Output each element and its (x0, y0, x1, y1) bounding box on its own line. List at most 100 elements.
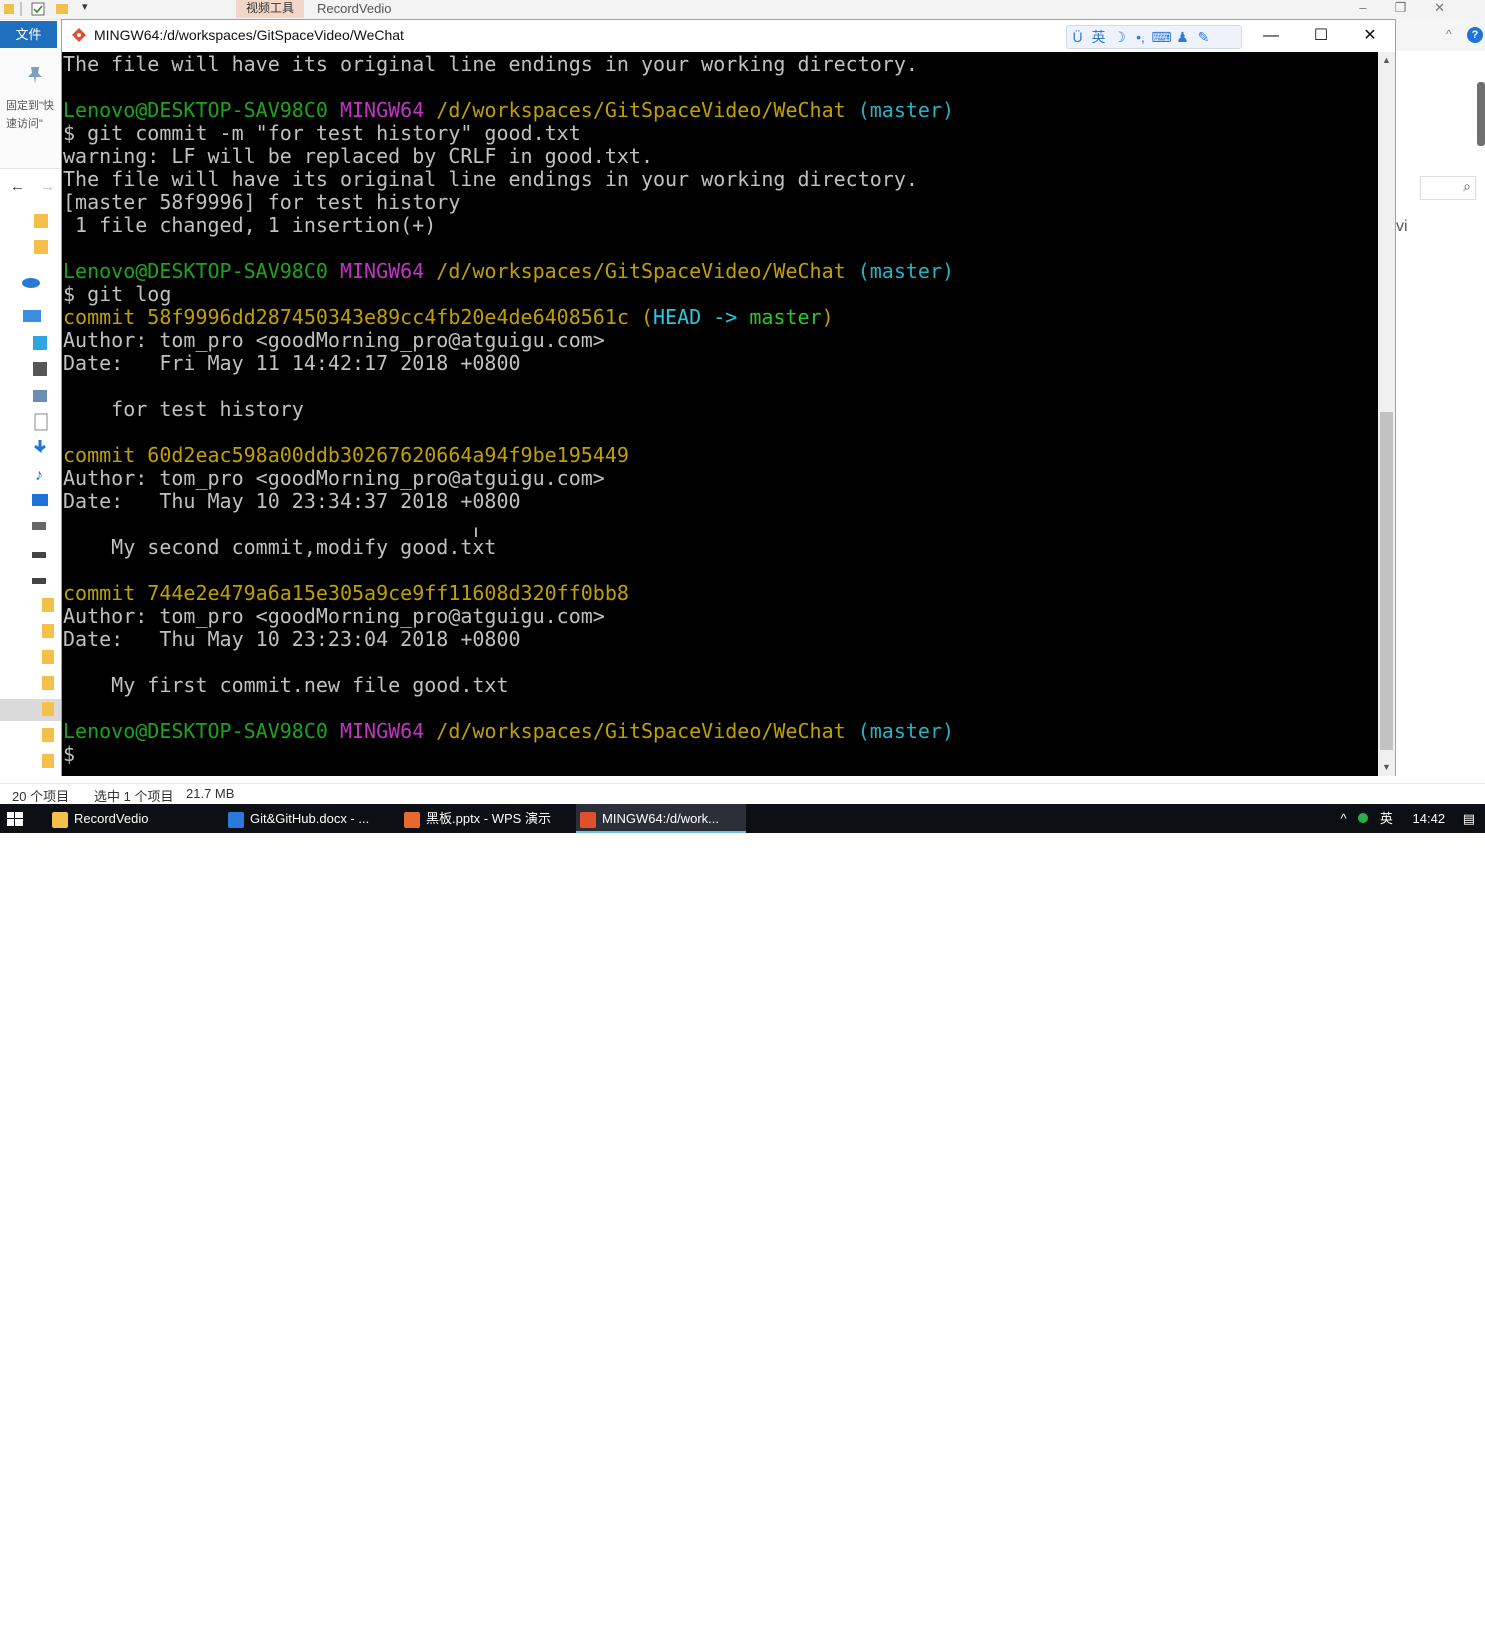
svg-text:♪: ♪ (35, 467, 43, 484)
ime-logo-icon[interactable]: Ü (1067, 26, 1088, 48)
qa-dropdown-icon[interactable]: ▾ (82, 0, 88, 13)
terminal-segment: commit 744e2e479a6a15e305a9ce9ff11608d32… (63, 581, 629, 605)
terminal-line: Lenovo@DESKTOP-SAV98C0 MINGW64 /d/worksp… (63, 720, 954, 743)
explorer-status-bar: 20 个项目 选中 1 个项目 21.7 MB (0, 783, 1485, 805)
terminal-segment: commit 58f9996dd287450343e89cc4fb20e4de6… (63, 305, 641, 329)
explorer-scrollbar-thumb[interactable] (1477, 82, 1485, 146)
terminal-segment: [master 58f9996] for test history (63, 190, 461, 214)
system-tray: ^ 英 14:42 ▤ (1341, 804, 1475, 833)
terminal-segment: /d/workspaces/GitSpaceVideo/WeChat (436, 98, 858, 122)
close-button[interactable]: ✕ (1347, 20, 1393, 52)
nav-pane-icons[interactable]: ♪ (0, 204, 62, 784)
terminal-line: Lenovo@DESKTOP-SAV98C0 MINGW64 /d/worksp… (63, 99, 954, 122)
terminal-segment: $ git log (63, 282, 172, 306)
ime-lang-toggle[interactable]: 英 (1088, 26, 1109, 48)
terminal-segment: The file will have its original line end… (63, 52, 918, 76)
terminal-segment: (master) (857, 98, 955, 122)
taskbar-item[interactable]: MINGW64:/d/work... (576, 804, 746, 833)
tray-app-icon[interactable] (1358, 813, 1369, 823)
terminal-segment: commit 60d2eac598a00ddb30267620664a94f9b… (63, 443, 629, 467)
taskbar-item[interactable]: RecordVedio (48, 804, 222, 833)
clock[interactable]: 14:42 (1413, 811, 1446, 826)
selected-size: 21.7 MB (186, 786, 235, 801)
terminal-segment: Date: Thu May 10 23:34:37 2018 +0800 (63, 489, 521, 513)
terminal-segment: Author: tom_pro <goodMorning_pro@atguigu… (63, 466, 605, 490)
terminal-text: The file will have its original line end… (63, 53, 954, 766)
explorer-nav-buttons: ← → (0, 178, 62, 196)
tray-chevron-icon[interactable]: ^ (1341, 811, 1347, 826)
item-count: 20 个项目 (12, 789, 70, 804)
explorer-right-text: vi (1396, 218, 1408, 235)
terminal-line: The file will have its original line end… (63, 53, 954, 76)
ribbon-file-tab[interactable]: 文件 (0, 21, 57, 48)
terminal-line: for test history (63, 398, 954, 421)
keyboard-icon[interactable]: ⌨ (1151, 26, 1172, 48)
help-icon[interactable]: ? (1467, 27, 1483, 43)
terminal-output[interactable]: The file will have its original line end… (62, 52, 1378, 776)
pin-to-quick-access-label: 固定到"快 速访问" (6, 97, 62, 133)
terminal-titlebar[interactable]: MINGW64:/d/workspaces/GitSpaceVideo/WeCh… (62, 20, 1395, 52)
taskbar-item[interactable]: Git&GitHub.docx - ... (224, 804, 398, 833)
terminal-line: The file will have its original line end… (63, 168, 954, 191)
terminal-line: Author: tom_pro <goodMorning_pro@atguigu… (63, 605, 954, 628)
minimize-button[interactable]: — (1248, 20, 1294, 52)
ime-toolbar[interactable]: Ü 英 ☽ •, ⌨ ♟ ✎ (1066, 25, 1242, 49)
wrench-icon[interactable]: ✎ (1193, 26, 1214, 48)
ribbon-context-tab[interactable]: 视频工具 (236, 0, 304, 18)
explorer-search-input[interactable]: ⌕ (1420, 176, 1476, 200)
taskbar-item[interactable]: 黑板.pptx - WPS 演示 (400, 804, 574, 833)
terminal-line: My first commit.new file good.txt (63, 674, 954, 697)
terminal-scroll-thumb[interactable] (1380, 412, 1393, 750)
terminal-line: Author: tom_pro <goodMorning_pro@atguigu… (63, 467, 954, 490)
terminal-scrollbar[interactable]: ▲ ▼ (1378, 52, 1395, 776)
chevron-up-icon[interactable]: ^ (1446, 27, 1452, 41)
selected-count: 选中 1 个项目 (94, 789, 174, 804)
terminal-segment: $ git commit -m "for test history" good.… (63, 121, 581, 145)
search-icon: ⌕ (1463, 178, 1471, 194)
terminal-segment: Lenovo@DESKTOP-SAV98C0 (63, 259, 340, 283)
terminal-title: MINGW64:/d/workspaces/GitSpaceVideo/WeCh… (94, 27, 404, 43)
folder-icon (52, 811, 68, 828)
terminal-line: Date: Fri May 11 14:42:17 2018 +0800 (63, 352, 954, 375)
pin-icon[interactable] (24, 64, 46, 86)
terminal-segment: Lenovo@DESKTOP-SAV98C0 (63, 719, 340, 743)
taskbar-item-label: Git&GitHub.docx - ... (250, 811, 370, 826)
terminal-segment: 1 file changed, 1 insertion(+) (63, 213, 437, 237)
terminal-segment: (master) (857, 719, 955, 743)
explorer-window-controls[interactable]: –❐✕ (1359, 0, 1473, 16)
terminal-segment: Date: Fri May 11 14:42:17 2018 +0800 (63, 351, 521, 375)
user-icon[interactable]: ♟ (1172, 26, 1193, 48)
back-arrow-icon[interactable]: ← (10, 178, 25, 195)
terminal-segment: $ (63, 742, 76, 766)
terminal-line: $ git log (63, 283, 954, 306)
scroll-up-arrow[interactable]: ▲ (1378, 52, 1395, 69)
terminal-line: warning: LF will be replaced by CRLF in … (63, 145, 954, 168)
terminal-segment: HEAD -> (653, 305, 750, 329)
terminal-line: $ git commit -m "for test history" good.… (63, 122, 954, 145)
notification-icon[interactable]: ▤ (1463, 811, 1475, 826)
taskbar-item-label: 黑板.pptx - WPS 演示 (426, 811, 551, 826)
maximize-button[interactable]: ☐ (1298, 20, 1344, 52)
tray-ime-indicator[interactable]: 英 (1380, 811, 1393, 826)
terminal-segment: Date: Thu May 10 23:23:04 2018 +0800 (63, 627, 521, 651)
git-bash-icon (72, 28, 86, 42)
terminal-segment: My second commit,modify good.txt (63, 535, 497, 559)
terminal-line: commit 58f9996dd287450343e89cc4fb20e4de6… (63, 306, 954, 329)
forward-arrow-icon[interactable]: → (40, 178, 55, 195)
explorer-titlebar: ▾ 视频工具 RecordVedio –❐✕ (0, 0, 1485, 20)
punctuation-icon[interactable]: •, (1130, 26, 1151, 48)
taskbar-item-label: MINGW64:/d/work... (602, 811, 720, 826)
pin-text-line2: 速访问" (6, 118, 43, 130)
scroll-down-arrow[interactable]: ▼ (1378, 759, 1395, 776)
terminal-line: commit 744e2e479a6a15e305a9ce9ff11608d32… (63, 582, 954, 605)
explorer-title: RecordVedio (317, 1, 392, 16)
windows-start-icon[interactable] (7, 812, 23, 826)
terminal-segment: /d/workspaces/GitSpaceVideo/WeChat (436, 719, 858, 743)
moon-icon[interactable]: ☽ (1109, 26, 1130, 48)
terminal-line: Date: Thu May 10 23:23:04 2018 +0800 (63, 628, 954, 651)
quick-access-toolbar-icons[interactable] (4, 2, 74, 16)
